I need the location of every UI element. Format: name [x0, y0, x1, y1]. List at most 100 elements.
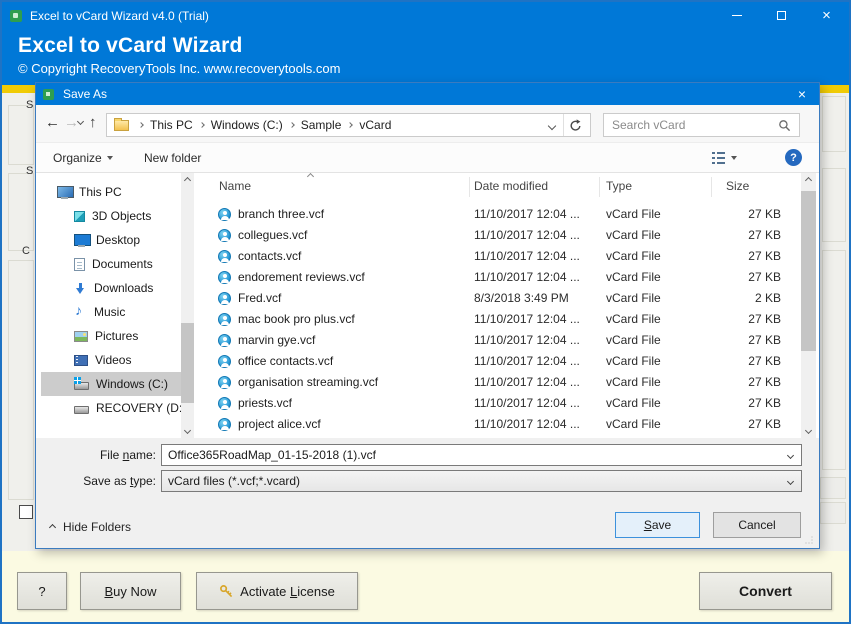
- address-bar[interactable]: This PC Windows (C:) Sample vCard: [106, 113, 591, 137]
- scroll-down-icon[interactable]: [801, 423, 816, 438]
- dialog-close-button[interactable]: ×: [785, 83, 819, 105]
- drive-c-icon: [74, 382, 89, 390]
- file-date: 11/10/2017 12:04 ...: [474, 246, 580, 267]
- sidebar-item-videos[interactable]: Videos: [41, 348, 181, 372]
- file-size: 27 KB: [651, 393, 781, 414]
- pictures-icon: [74, 331, 88, 342]
- convert-button[interactable]: Convert: [699, 572, 832, 610]
- column-header-date[interactable]: Date modified: [474, 179, 548, 193]
- file-size: 27 KB: [651, 351, 781, 372]
- file-row[interactable]: endorement reviews.vcf 11/10/2017 12:04 …: [196, 267, 801, 288]
- background-groupbox: [822, 250, 846, 470]
- sidebar-item-windows-c[interactable]: Windows (C:): [41, 372, 181, 396]
- sidebar-item-desktop[interactable]: Desktop: [41, 228, 181, 252]
- file-name: endorement reviews.vcf: [238, 267, 365, 288]
- file-name: mac book pro plus.vcf: [238, 309, 355, 330]
- file-date: 8/3/2018 3:49 PM: [474, 288, 569, 309]
- sidebar: This PC 3D Objects Desktop Documents Dow…: [41, 180, 181, 420]
- breadcrumb-item[interactable]: vCard: [341, 118, 391, 132]
- file-row[interactable]: contacts.vcf 11/10/2017 12:04 ... vCard …: [196, 246, 801, 267]
- scrollbar-thumb[interactable]: [181, 323, 194, 403]
- background-checkbox[interactable]: [19, 505, 33, 519]
- sidebar-item-music[interactable]: Music: [41, 300, 181, 324]
- chevron-down-icon[interactable]: [780, 453, 801, 458]
- file-row[interactable]: office contacts.vcf 11/10/2017 12:04 ...…: [196, 351, 801, 372]
- maximize-icon: [777, 11, 786, 20]
- file-row[interactable]: mac book pro plus.vcf 11/10/2017 12:04 .…: [196, 309, 801, 330]
- drive-d-icon: [74, 406, 89, 414]
- vcard-file-icon: [218, 313, 231, 326]
- sidebar-scrollbar[interactable]: [181, 173, 194, 438]
- dialog-toolbar: Organize New folder ?: [36, 142, 819, 173]
- column-header-name[interactable]: Name: [219, 179, 251, 193]
- resize-grip[interactable]: [805, 536, 813, 544]
- file-row[interactable]: branch three.vcf 11/10/2017 12:04 ... vC…: [196, 204, 801, 225]
- save-button[interactable]: Save: [615, 512, 700, 538]
- breadcrumb-item[interactable]: Windows (C:): [193, 118, 283, 132]
- file-name-input[interactable]: [162, 448, 780, 462]
- breadcrumb-item[interactable]: This PC: [132, 118, 193, 132]
- chevron-down-icon: [731, 156, 737, 160]
- activate-license-button[interactable]: Activate License: [196, 572, 358, 610]
- file-date: 11/10/2017 12:04 ...: [474, 351, 580, 372]
- search-box: [603, 113, 800, 137]
- list-scrollbar[interactable]: [801, 173, 816, 438]
- file-row[interactable]: priests.vcf 11/10/2017 12:04 ... vCard F…: [196, 393, 801, 414]
- breadcrumb: This PC Windows (C:) Sample vCard: [132, 118, 391, 132]
- search-input[interactable]: [604, 118, 778, 132]
- file-size: 27 KB: [651, 246, 781, 267]
- file-row[interactable]: marvin gye.vcf 11/10/2017 12:04 ... vCar…: [196, 330, 801, 351]
- sidebar-item-recovery-d[interactable]: RECOVERY (D:): [41, 396, 181, 420]
- forward-button[interactable]: →: [64, 114, 79, 131]
- chevron-up-icon: [49, 523, 56, 530]
- sidebar-item-pictures[interactable]: Pictures: [41, 324, 181, 348]
- dialog-title: Save As: [63, 87, 107, 101]
- list-header: Name Date modified Type Size: [196, 175, 801, 199]
- view-mode-button[interactable]: [708, 143, 741, 173]
- file-row[interactable]: organisation streaming.vcf 11/10/2017 12…: [196, 372, 801, 393]
- window-title: Excel to vCard Wizard v4.0 (Trial): [30, 9, 209, 23]
- scroll-up-icon[interactable]: [181, 173, 194, 188]
- sidebar-item-this-pc[interactable]: This PC: [41, 180, 181, 204]
- sidebar-item-downloads[interactable]: Downloads: [41, 276, 181, 300]
- vcard-file-icon: [218, 271, 231, 284]
- scroll-up-icon[interactable]: [801, 173, 816, 188]
- hide-folders-button[interactable]: Hide Folders: [50, 520, 131, 534]
- file-row[interactable]: Fred.vcf 8/3/2018 3:49 PM vCard File 2 K…: [196, 288, 801, 309]
- dialog-help-button[interactable]: ?: [785, 149, 802, 166]
- maximize-button[interactable]: [759, 2, 804, 29]
- close-icon: ×: [822, 8, 831, 23]
- vcard-file-icon: [218, 250, 231, 263]
- minimize-button[interactable]: [714, 2, 759, 29]
- save-type-select[interactable]: vCard files (*.vcf;*.vcard): [161, 470, 802, 492]
- address-dropdown-chevron[interactable]: [541, 118, 563, 132]
- background-field: [820, 477, 846, 499]
- save-type-label: Save as type:: [56, 470, 156, 492]
- back-button[interactable]: ←: [45, 114, 60, 131]
- scrollbar-thumb[interactable]: [801, 191, 816, 351]
- file-row[interactable]: project alice.vcf 11/10/2017 12:04 ... v…: [196, 414, 801, 435]
- up-button[interactable]: ↑: [89, 114, 97, 131]
- details-view-icon: [712, 152, 725, 164]
- vcard-file-icon: [218, 208, 231, 221]
- column-header-type[interactable]: Type: [606, 179, 632, 193]
- file-row[interactable]: collegues.vcf 11/10/2017 12:04 ... vCard…: [196, 225, 801, 246]
- organize-button[interactable]: Organize: [47, 143, 119, 173]
- sidebar-item-documents[interactable]: Documents: [41, 252, 181, 276]
- sidebar-item-3d-objects[interactable]: 3D Objects: [41, 204, 181, 228]
- cube-icon: [74, 211, 85, 222]
- file-size: 27 KB: [651, 330, 781, 351]
- close-button[interactable]: ×: [804, 2, 849, 29]
- column-header-size[interactable]: Size: [726, 179, 749, 193]
- file-size: 27 KB: [651, 225, 781, 246]
- background-text-fragment: S: [26, 99, 33, 111]
- file-name: organisation streaming.vcf: [238, 372, 378, 393]
- scroll-down-icon[interactable]: [181, 423, 194, 438]
- help-button[interactable]: ?: [17, 572, 67, 610]
- breadcrumb-item[interactable]: Sample: [283, 118, 342, 132]
- refresh-icon[interactable]: [564, 114, 586, 136]
- cancel-button[interactable]: Cancel: [713, 512, 801, 538]
- buy-now-button[interactable]: Buy Now: [80, 572, 181, 610]
- chevron-right-icon: [289, 122, 295, 128]
- new-folder-button[interactable]: New folder: [138, 143, 207, 173]
